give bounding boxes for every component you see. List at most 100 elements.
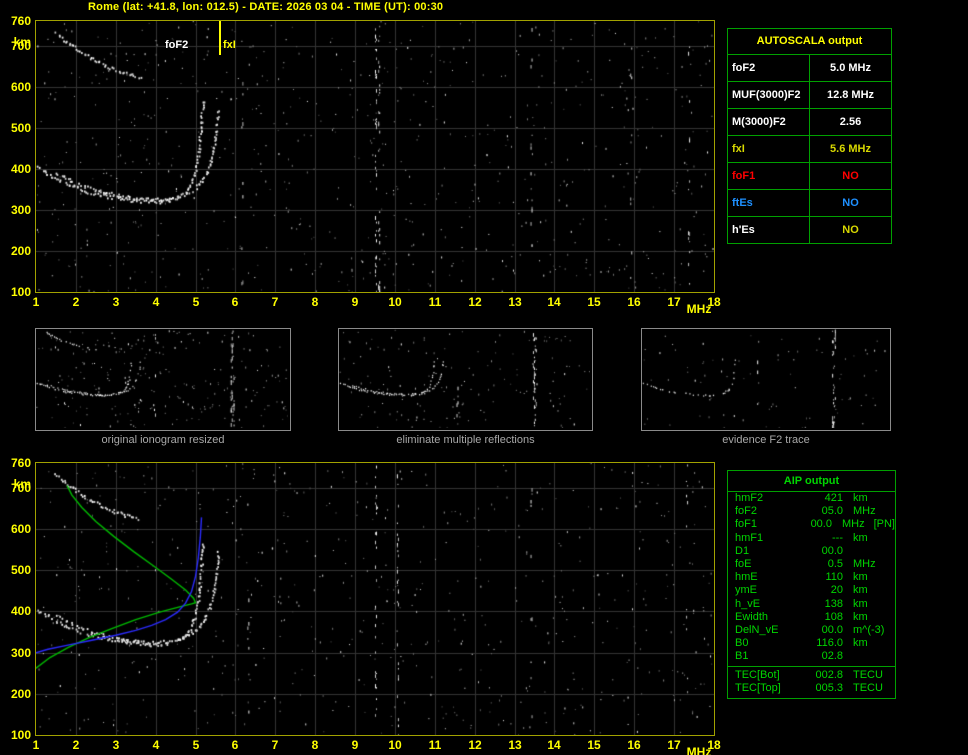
aip-value: 00.0 [810,518,832,531]
aip-table-rows: hmF2 421 km foF2 05.0 MHz foF1 00.0 MHz [PN] hmF1-… [728,492,895,664]
thumbnail-original-caption: original ionogram resized [101,434,225,446]
autoscala-row-value: NO [842,197,859,209]
aip-label: D1 [735,544,750,557]
x-tick-label: 14 [547,295,561,309]
autoscala-row-label: foF2 [728,55,810,81]
aip-row: hmF1 --- km [728,532,895,545]
x-tick-label: 4 [152,295,160,309]
aip-row: B1 02.8 [728,650,895,663]
autoscala-output-table: AUTOSCALA output foF2 5.0 MHz MUF(3000)F2 1… [727,28,892,244]
autoscala-table-title: AUTOSCALA output [728,29,891,55]
aip-label: h_vE [735,597,761,610]
x-tick-label: 13 [508,738,522,752]
autoscala-row-value: 2.56 [839,116,862,128]
autoscala-row-label: ftEs [728,190,810,216]
x-tick-label: 2 [72,295,80,309]
aip-value: 0.5 [827,558,843,571]
profile-ionogram-plot [35,462,715,736]
aip-value: 116.0 [816,637,843,650]
autoscala-row-label: h'Es [728,217,810,243]
x-tick-label: 7 [271,738,279,752]
aip-row: D1 00.0 [728,545,895,558]
thumbnail-evidence-f2 [641,328,891,431]
thumbnail-evidence-caption: evidence F2 trace [722,434,810,446]
x-tick-label: 16 [627,738,641,752]
profile-ionogram-canvas [36,463,714,735]
x-axis-unit-label: MHz [686,302,712,316]
x-tick-label: 9 [351,738,359,752]
aip-label: foF2 [735,505,758,518]
aip-label: TEC[Bot] [735,668,780,681]
aip-label: B0 [735,637,749,650]
aip-label: hmF2 [735,492,764,504]
x-tick-label: 12 [468,738,482,752]
aip-unit: km [853,597,868,610]
x-tick-label: 1 [32,738,40,752]
y-tick-label: 200 [10,687,31,701]
autoscala-row: M(3000)F2 2.56 [728,109,891,136]
aip-unit: TECU [853,681,883,694]
aip-row: B0 116.0 km [728,637,895,650]
aip-value: 421 [824,492,843,504]
autoscala-row-value: 12.8 MHz [826,89,875,101]
aip-label: DelN_vE [735,624,779,637]
autoscala-row-label: M(3000)F2 [728,109,810,135]
x-tick-label: 13 [508,295,522,309]
x-tick-label: 8 [311,738,319,752]
autoscala-row-label: fxI [728,136,810,162]
aip-value: 05.0 [821,505,843,518]
fxi-marker-line [219,21,221,55]
x-tick-label: 7 [271,295,279,309]
aip-value: 02.8 [821,650,843,663]
y-tick-label: 200 [10,244,31,258]
fof2-annotation-label: foF2 [165,39,189,51]
aip-label: TEC[Top] [735,681,781,694]
x-tick-label: 11 [428,295,442,309]
aip-unit: MHz [853,505,876,518]
aip-label: ymE [735,584,757,597]
thumbnail-evidence-canvas [642,329,888,428]
aip-row: hmE 110 km [728,571,895,584]
autoscala-table-rows: foF2 5.0 MHz MUF(3000)F2 12.8 MHz M(3000)F2 2… [728,55,891,243]
aip-row: h_vE 138 km [728,598,895,611]
y-tick-label: 760 [10,456,31,470]
aip-value: 138 [824,597,843,610]
x-tick-label: 3 [112,738,120,752]
x-tick-label: 3 [112,295,120,309]
thumbnail-eliminate-caption: eliminate multiple reflections [396,434,535,446]
main-ionogram-canvas [36,21,714,292]
y-tick-label: 500 [10,563,31,577]
x-tick-label: 10 [388,738,402,752]
aip-label: foE [735,558,752,571]
aip-row: TEC[Bot] 002.8 TECU [728,669,895,682]
aip-row: DelN_vE 00.0 m^(-3) [728,624,895,637]
aip-value: 005.3 [815,681,843,694]
y-tick-label: 600 [10,522,31,536]
aip-value: 00.0 [821,544,843,557]
autoscala-row: foF2 5.0 MHz [728,55,891,82]
autoscala-row-value: 5.0 MHz [830,62,871,74]
aip-value: 20 [830,584,843,597]
aip-tec-rows: TEC[Bot] 002.8 TECU TEC[Top] 005.3 TECU [728,665,895,695]
autoscala-row: h'Es NO [728,217,891,243]
thumbnail-eliminate-reflections [338,328,593,431]
autoscala-row-value: NO [842,170,859,182]
aip-row: hmF2 421 km [728,492,895,505]
aip-row: TEC[Top] 005.3 TECU [728,682,895,695]
y-tick-label: 400 [10,162,31,176]
aip-extra: [PN] [873,518,895,531]
x-tick-label: 12 [468,295,482,309]
aip-label: Ewidth [735,610,769,623]
aip-label: hmF1 [735,531,764,544]
aip-row: Ewidth 108 km [728,611,895,624]
aip-unit: km [853,584,868,597]
y-tick-label: 760 [10,14,31,28]
x-tick-label: 15 [587,738,601,752]
x-tick-label: 11 [428,738,442,752]
autoscala-row-value: 5.6 MHz [830,143,871,155]
aip-row: foF1 00.0 MHz [PN] [728,518,895,531]
x-tick-label: 4 [152,738,160,752]
aip-unit: km [853,571,868,584]
x-tick-label: 6 [231,295,239,309]
aip-unit: MHz [853,558,876,571]
